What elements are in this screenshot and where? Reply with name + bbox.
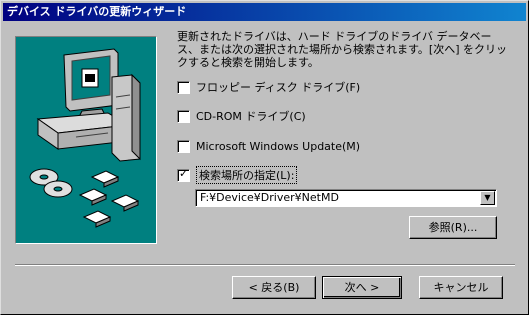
cdrom-checkbox[interactable] xyxy=(177,109,190,123)
check-mark-icon: ✓ xyxy=(179,166,189,180)
cancel-button[interactable]: キャンセル xyxy=(419,276,503,299)
wizard-window: デバイス ドライバの更新ウィザード 更新されたドライバは、ハード ドライブのドラ… xyxy=(0,0,529,315)
location-combobox[interactable]: F:¥Device¥Driver¥NetMD ▼ xyxy=(195,189,497,207)
intro-text: 更新されたドライバは、ハード ドライブのドライバ データベース、または次の選択さ… xyxy=(177,30,507,69)
browse-button[interactable]: 参照(R)... xyxy=(409,216,497,239)
computer-and-disks-icon xyxy=(29,48,141,228)
window-title: デバイス ドライバの更新ウィザード xyxy=(7,5,187,18)
location-value[interactable]: F:¥Device¥Driver¥NetMD xyxy=(200,191,339,205)
cdrom-label[interactable]: CD-ROM ドライブ(C) xyxy=(196,108,306,124)
specify-location-label[interactable]: 検索場所の指定(L): xyxy=(196,166,298,184)
option-specify-location[interactable]: ✓ 検索場所の指定(L): xyxy=(177,166,298,184)
option-windows-update[interactable]: Microsoft Windows Update(M) xyxy=(177,138,360,154)
wizard-illustration xyxy=(15,36,157,244)
option-floppy[interactable]: フロッピー ディスク ドライブ(F) xyxy=(177,79,360,95)
separator xyxy=(15,264,515,266)
windows-update-checkbox[interactable] xyxy=(177,139,190,153)
dropdown-arrow-icon[interactable]: ▼ xyxy=(480,191,495,205)
specify-location-checkbox[interactable]: ✓ xyxy=(177,166,190,182)
floppy-checkbox[interactable] xyxy=(177,80,190,94)
title-bar: デバイス ドライバの更新ウィザード xyxy=(3,3,526,21)
back-button[interactable]: < 戻る(B) xyxy=(232,276,316,299)
floppy-label[interactable]: フロッピー ディスク ドライブ(F) xyxy=(196,79,360,95)
next-button[interactable]: 次へ > xyxy=(322,276,402,299)
option-cdrom[interactable]: CD-ROM ドライブ(C) xyxy=(177,108,306,124)
windows-update-label[interactable]: Microsoft Windows Update(M) xyxy=(196,140,360,153)
